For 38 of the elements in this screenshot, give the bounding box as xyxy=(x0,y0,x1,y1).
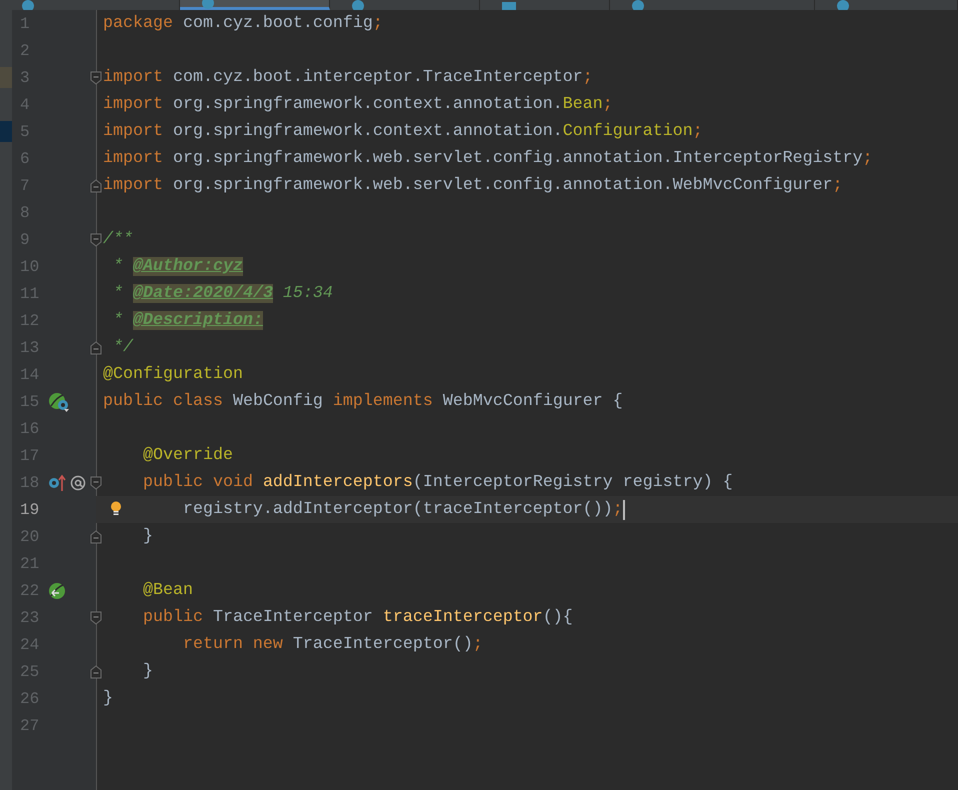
code-line: import com.cyz.boot.interceptor.TraceInterceptor; xyxy=(103,68,593,87)
bean-class-icon[interactable] xyxy=(48,392,70,412)
code-line: } xyxy=(142,527,153,546)
fold-end-icon[interactable] xyxy=(90,178,102,192)
code-line: public TraceInterceptor traceInterceptor(){ xyxy=(142,608,573,627)
fold-icon[interactable] xyxy=(90,70,102,84)
fold-end-icon[interactable] xyxy=(90,530,102,544)
code-line: public void addInterceptors(InterceptorRegistry registry) { xyxy=(142,473,733,492)
code-line: public class WebConfig implements WebMvcConfigurer { xyxy=(103,392,623,411)
override-icon[interactable] xyxy=(48,474,66,492)
code-line: } xyxy=(142,662,153,681)
text-caret xyxy=(622,500,625,520)
code-line: /** xyxy=(103,230,133,249)
code-line: registry.addInterceptor(traceInterceptor()); xyxy=(182,500,623,519)
fold-icon[interactable] xyxy=(90,232,102,246)
fold-icon[interactable] xyxy=(90,610,102,624)
fold-icon[interactable] xyxy=(90,476,102,490)
fold-end-icon[interactable] xyxy=(90,664,102,678)
code-line: package com.cyz.boot.config; xyxy=(103,14,383,33)
line-number: 19 xyxy=(20,500,40,518)
code-line: return new TraceInterceptor(); xyxy=(182,635,483,654)
code-line: import org.springframework.context.annotation.Configuration; xyxy=(103,122,703,141)
code-line: import org.springframework.context.annotation.Bean; xyxy=(103,95,613,114)
code-line: * @Author:cyz xyxy=(113,257,243,276)
code-line: * @Date:2020/4/3 15:34 xyxy=(113,284,333,303)
code-line: @Configuration xyxy=(103,365,243,384)
editor-tab[interactable] xyxy=(180,0,330,10)
code-line: import org.springframework.web.servlet.config.annotation.WebMvcConfigurer; xyxy=(103,176,843,195)
code-line: * @Description: xyxy=(113,311,263,330)
bean-leaf-icon[interactable] xyxy=(48,582,66,600)
lightbulb-icon[interactable] xyxy=(110,501,122,516)
code-line: */ xyxy=(113,338,133,357)
at-sign-icon[interactable] xyxy=(70,474,86,490)
code-line: } xyxy=(103,689,113,708)
code-line: @Override xyxy=(142,446,233,465)
code-line: import org.springframework.web.servlet.config.annotation.InterceptorRegistry; xyxy=(103,149,873,168)
fold-end-icon[interactable] xyxy=(90,340,102,354)
code-line: @Bean xyxy=(142,581,193,600)
